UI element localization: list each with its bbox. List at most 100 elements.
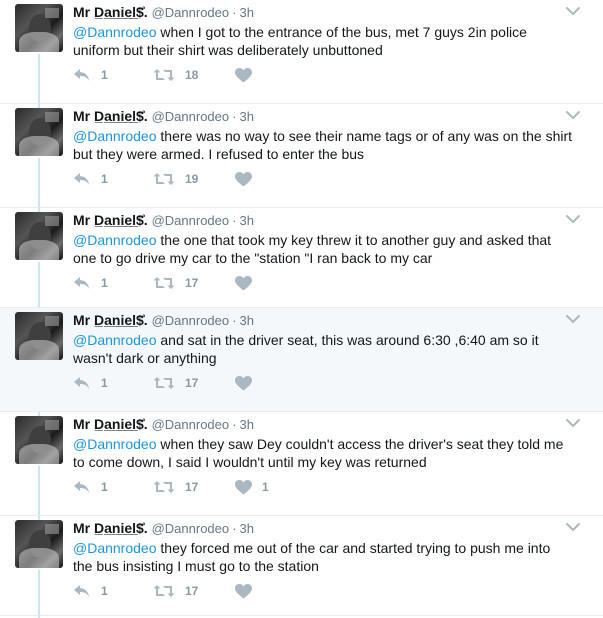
retweet-icon xyxy=(153,376,175,390)
username[interactable]: @Dannrodeo xyxy=(152,521,230,536)
timestamp[interactable]: 3h xyxy=(239,109,253,124)
reply-count: 1 xyxy=(101,172,108,186)
like-button[interactable] xyxy=(235,273,262,293)
reply-count: 1 xyxy=(101,480,108,494)
display-name[interactable]: Mr D̲a̲n̲i̲e̲l̲$̊. xyxy=(73,4,148,20)
mention-link[interactable]: @Dannrodeo xyxy=(73,24,157,40)
avatar[interactable] xyxy=(15,416,63,464)
chevron-down-icon[interactable] xyxy=(565,416,581,428)
tweet-item[interactable]: Mr D̲a̲n̲i̲e̲l̲$̊. @Dannrodeo · 3h @Dannro… xyxy=(0,104,603,208)
avatar[interactable] xyxy=(15,212,63,260)
mention-link[interactable]: @Dannrodeo xyxy=(73,332,157,348)
avatar[interactable] xyxy=(15,108,63,156)
tweet-header: Mr D̲a̲n̲i̲e̲l̲$̊. @Dannrodeo · 3h xyxy=(73,107,254,126)
chevron-down-icon[interactable] xyxy=(565,212,581,224)
display-name[interactable]: Mr D̲a̲n̲i̲e̲l̲$̊. xyxy=(73,416,148,432)
timestamp[interactable]: 3h xyxy=(239,417,253,432)
avatar[interactable] xyxy=(15,4,63,52)
reply-icon xyxy=(73,480,91,494)
username[interactable]: @Dannrodeo xyxy=(152,313,230,328)
heart-icon xyxy=(235,171,252,187)
like-button[interactable] xyxy=(235,373,262,393)
display-name[interactable]: Mr D̲a̲n̲i̲e̲l̲$̊. xyxy=(73,212,148,228)
avatar[interactable] xyxy=(15,520,63,568)
reply-count: 1 xyxy=(101,68,108,82)
display-name[interactable]: Mr D̲a̲n̲i̲e̲l̲$̊. xyxy=(73,520,148,536)
display-name[interactable]: Mr D̲a̲n̲i̲e̲l̲$̊. xyxy=(73,108,148,124)
reply-count: 1 xyxy=(101,376,108,390)
chevron-down-icon[interactable] xyxy=(565,312,581,324)
timestamp[interactable]: 3h xyxy=(239,313,253,328)
display-name[interactable]: Mr D̲a̲n̲i̲e̲l̲$̊. xyxy=(73,312,148,328)
heart-icon xyxy=(235,275,252,291)
mention-link[interactable]: @Dannrodeo xyxy=(73,128,157,144)
retweet-button[interactable]: 17 xyxy=(153,373,198,393)
retweet-icon xyxy=(153,480,175,494)
tweet-actions: 1 17 xyxy=(73,373,373,393)
separator-dot: · xyxy=(232,5,237,20)
mention-link[interactable]: @Dannrodeo xyxy=(73,232,157,248)
like-button[interactable] xyxy=(235,581,262,601)
avatar[interactable] xyxy=(15,312,63,360)
retweet-icon xyxy=(153,68,175,82)
separator-dot: · xyxy=(232,213,237,228)
chevron-down-icon[interactable] xyxy=(565,4,581,16)
timestamp[interactable]: 3h xyxy=(239,213,253,228)
retweet-icon xyxy=(153,172,175,186)
separator-dot: · xyxy=(232,417,237,432)
separator-dot: · xyxy=(232,521,237,536)
timestamp[interactable]: 3h xyxy=(239,521,253,536)
tweet-actions: 1 17 xyxy=(73,581,373,601)
username[interactable]: @Dannrodeo xyxy=(152,5,230,20)
reply-icon xyxy=(73,68,91,82)
retweet-count: 17 xyxy=(185,480,199,494)
reply-button[interactable]: 1 xyxy=(73,373,108,393)
heart-icon xyxy=(235,583,252,599)
tweet-item[interactable]: Mr D̲a̲n̲i̲e̲l̲$̊. @Dannrodeo · 3h @Dannro… xyxy=(0,308,603,412)
username[interactable]: @Dannrodeo xyxy=(152,213,230,228)
like-count: 1 xyxy=(262,480,269,494)
mention-link[interactable]: @Dannrodeo xyxy=(73,436,157,452)
retweet-count: 17 xyxy=(185,376,199,390)
timestamp[interactable]: 3h xyxy=(239,5,253,20)
tweet-item[interactable]: Mr D̲a̲n̲i̲e̲l̲$̊. @Dannrodeo · 3h @Dannro… xyxy=(0,208,603,308)
tweet-text: @Dannrodeo the one that took my key thre… xyxy=(73,231,573,267)
reply-button[interactable]: 1 xyxy=(73,169,108,189)
reply-icon xyxy=(73,276,91,290)
tweet-item[interactable]: Mr D̲a̲n̲i̲e̲l̲$̊. @Dannrodeo · 3h @Dannro… xyxy=(0,516,603,616)
reply-button[interactable]: 1 xyxy=(73,273,108,293)
reply-button[interactable]: 1 xyxy=(73,581,108,601)
tweet-item[interactable]: Mr D̲a̲n̲i̲e̲l̲$̊. @Dannrodeo · 3h @Dannro… xyxy=(0,0,603,104)
heart-icon xyxy=(235,67,252,83)
tweet-text: @Dannrodeo when I got to the entrance of… xyxy=(73,23,573,59)
retweet-button[interactable]: 18 xyxy=(153,65,198,85)
like-button[interactable] xyxy=(235,169,262,189)
like-button[interactable] xyxy=(235,65,262,85)
tweet-item[interactable]: Mr D̲a̲n̲i̲e̲l̲$̊. @Dannrodeo · 3h @Dannro… xyxy=(0,412,603,516)
retweet-button[interactable]: 17 xyxy=(153,581,198,601)
reply-button[interactable]: 1 xyxy=(73,65,108,85)
username[interactable]: @Dannrodeo xyxy=(152,109,230,124)
retweet-button[interactable]: 17 xyxy=(153,273,198,293)
tweet-header: Mr D̲a̲n̲i̲e̲l̲$̊. @Dannrodeo · 3h xyxy=(73,3,254,22)
reply-count: 1 xyxy=(101,276,108,290)
chevron-down-icon[interactable] xyxy=(565,520,581,532)
mention-link[interactable]: @Dannrodeo xyxy=(73,540,157,556)
reply-icon xyxy=(73,584,91,598)
tweet-header: Mr D̲a̲n̲i̲e̲l̲$̊. @Dannrodeo · 3h xyxy=(73,415,254,434)
tweet-actions: 1 19 xyxy=(73,169,373,189)
tweet-header: Mr D̲a̲n̲i̲e̲l̲$̊. @Dannrodeo · 3h xyxy=(73,311,254,330)
separator-dot: · xyxy=(232,109,237,124)
retweet-button[interactable]: 19 xyxy=(153,169,198,189)
reply-button[interactable]: 1 xyxy=(73,477,108,497)
chevron-down-icon[interactable] xyxy=(565,108,581,120)
retweet-count: 17 xyxy=(185,584,199,598)
reply-icon xyxy=(73,172,91,186)
tweet-actions: 1 17 xyxy=(73,273,373,293)
like-button[interactable]: 1 xyxy=(235,477,269,497)
username[interactable]: @Dannrodeo xyxy=(152,417,230,432)
retweet-button[interactable]: 17 xyxy=(153,477,198,497)
tweet-text: @Dannrodeo and sat in the driver seat, t… xyxy=(73,331,573,367)
retweet-icon xyxy=(153,276,175,290)
tweet-actions: 1 18 xyxy=(73,65,373,85)
